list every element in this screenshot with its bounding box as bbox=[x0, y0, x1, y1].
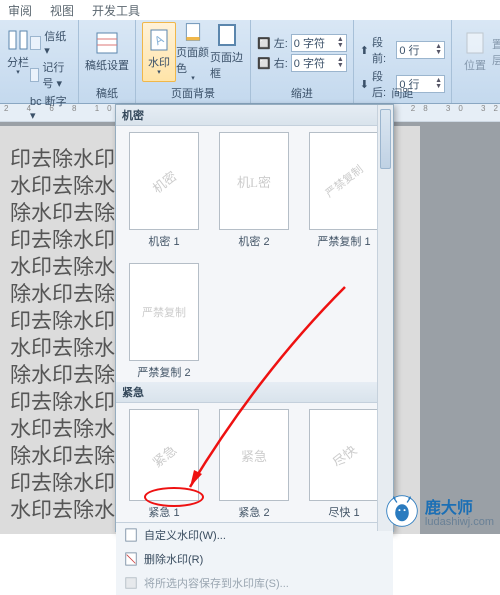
spacing-before-label: ⬆ bbox=[360, 44, 369, 57]
watermark-gallery: 机密 机密机密 1 机L密机密 2 严禁复制严禁复制 1 严禁复制严禁复制 2 … bbox=[115, 104, 394, 532]
watermark-thumb-asap-1[interactable]: 尽快尽快 1 bbox=[306, 409, 382, 520]
menu-review[interactable]: 审阅 bbox=[8, 2, 32, 19]
menu-bar: 审阅 视图 开发工具 bbox=[0, 0, 500, 20]
ribbon-group-arrange: 位置 置于顶层 bbox=[452, 20, 500, 103]
page-border-label: 页面边框 bbox=[210, 49, 244, 81]
group-label-indent: 缩进 bbox=[251, 85, 353, 101]
gallery-category-confidential: 机密 bbox=[116, 105, 393, 126]
page-icon bbox=[124, 528, 138, 542]
bring-front-button: 置于顶层 bbox=[492, 22, 500, 82]
ribbon-group-spacing: ⬆段前:0 行▲▼ ⬇段后:0 行▲▼ 间距 bbox=[354, 20, 452, 103]
indent-right-text: 右: bbox=[274, 55, 288, 71]
brand-watermark: 鹿大师 ludashiwj.com bbox=[385, 494, 494, 528]
chevron-down-icon: ▾ bbox=[191, 74, 195, 82]
watermark-thumb-nocopy-1[interactable]: 严禁复制严禁复制 1 bbox=[306, 132, 382, 249]
watermark-thumb-nocopy-2[interactable]: 严禁复制严禁复制 2 bbox=[126, 263, 202, 380]
gallery-scrollbar[interactable] bbox=[377, 105, 393, 531]
spacing-before-text: 段前: bbox=[372, 34, 393, 66]
save-to-gallery-item: 将所选内容保存到水印库(S)... bbox=[116, 571, 393, 595]
gallery-category-urgent: 紧急 bbox=[116, 382, 393, 403]
indent-left-label: 🔲 bbox=[257, 37, 271, 50]
watermark-thumb-confidential-1[interactable]: 机密机密 1 bbox=[126, 132, 202, 249]
page-color-label: 页面颜色 bbox=[176, 44, 210, 76]
remove-watermark-item[interactable]: 删除水印(R) bbox=[116, 547, 393, 571]
watermark-thumb-confidential-2[interactable]: 机L密机密 2 bbox=[216, 132, 292, 249]
group-label-manuscript: 稿纸 bbox=[79, 85, 135, 101]
indent-left-spinner[interactable]: 0 字符▲▼ bbox=[291, 34, 347, 52]
page-color-button[interactable]: 页面颜色 ▾ bbox=[176, 22, 210, 82]
brand-name: 鹿大师 bbox=[425, 500, 473, 517]
manuscript-label: 稿纸设置 bbox=[85, 57, 129, 73]
indent-right-spinner[interactable]: 0 字符▲▼ bbox=[291, 54, 347, 72]
letter-paper-item[interactable]: 信纸 ▾ bbox=[30, 28, 68, 57]
chevron-down-icon: ▾ bbox=[16, 68, 20, 76]
page-border-button[interactable]: 页面边框 bbox=[210, 22, 244, 82]
ribbon: 分栏 ▾ 信纸 ▾ 记行号 ▾ bc 断字 ▾ 稿纸设置 稿纸 A 水印 ▾ bbox=[0, 20, 500, 104]
position-button: 位置 bbox=[458, 22, 492, 82]
menu-devtools[interactable]: 开发工具 bbox=[92, 2, 140, 19]
chevron-down-icon: ▾ bbox=[157, 68, 161, 76]
custom-watermark-item[interactable]: 自定义水印(W)... bbox=[116, 523, 393, 547]
watermark-thumb-urgent-1[interactable]: 紧急紧急 1 bbox=[126, 409, 202, 520]
spacing-before-spinner[interactable]: 0 行▲▼ bbox=[396, 41, 445, 59]
save-icon bbox=[124, 576, 138, 590]
ribbon-group-manuscript: 稿纸设置 稿纸 bbox=[79, 20, 136, 103]
deer-icon bbox=[385, 494, 419, 528]
ribbon-group-columns: 分栏 ▾ 信纸 ▾ 记行号 ▾ bc 断字 ▾ bbox=[0, 20, 79, 103]
ribbon-group-page-background: A 水印 ▾ 页面颜色 ▾ 页面边框 页面背景 bbox=[136, 20, 251, 103]
scrollbar-thumb[interactable] bbox=[380, 109, 391, 169]
brand-domain: ludashiwj.com bbox=[425, 516, 494, 528]
indent-right-label: 🔲 bbox=[257, 57, 271, 70]
line-number-item[interactable]: 记行号 ▾ bbox=[30, 59, 68, 91]
group-label-spacing: 间距 bbox=[354, 85, 451, 101]
indent-left-text: 左: bbox=[274, 35, 288, 51]
manuscript-settings-button[interactable]: 稿纸设置 bbox=[85, 22, 129, 82]
columns-button[interactable]: 分栏 ▾ bbox=[6, 22, 30, 82]
menu-view[interactable]: 视图 bbox=[50, 2, 74, 19]
watermark-button[interactable]: A 水印 ▾ bbox=[142, 22, 176, 82]
gallery-footer: 自定义水印(W)... 删除水印(R) 将所选内容保存到水印库(S)... bbox=[116, 522, 393, 595]
ribbon-group-indent: 🔲左:0 字符▲▼ 🔲右:0 字符▲▼ 缩进 bbox=[251, 20, 354, 103]
hyphenation-item[interactable]: bc 断字 ▾ bbox=[30, 93, 68, 122]
group-label-pagebg: 页面背景 bbox=[136, 85, 250, 101]
remove-icon bbox=[124, 552, 138, 566]
watermark-thumb-urgent-2[interactable]: 紧急紧急 2 bbox=[216, 409, 292, 520]
